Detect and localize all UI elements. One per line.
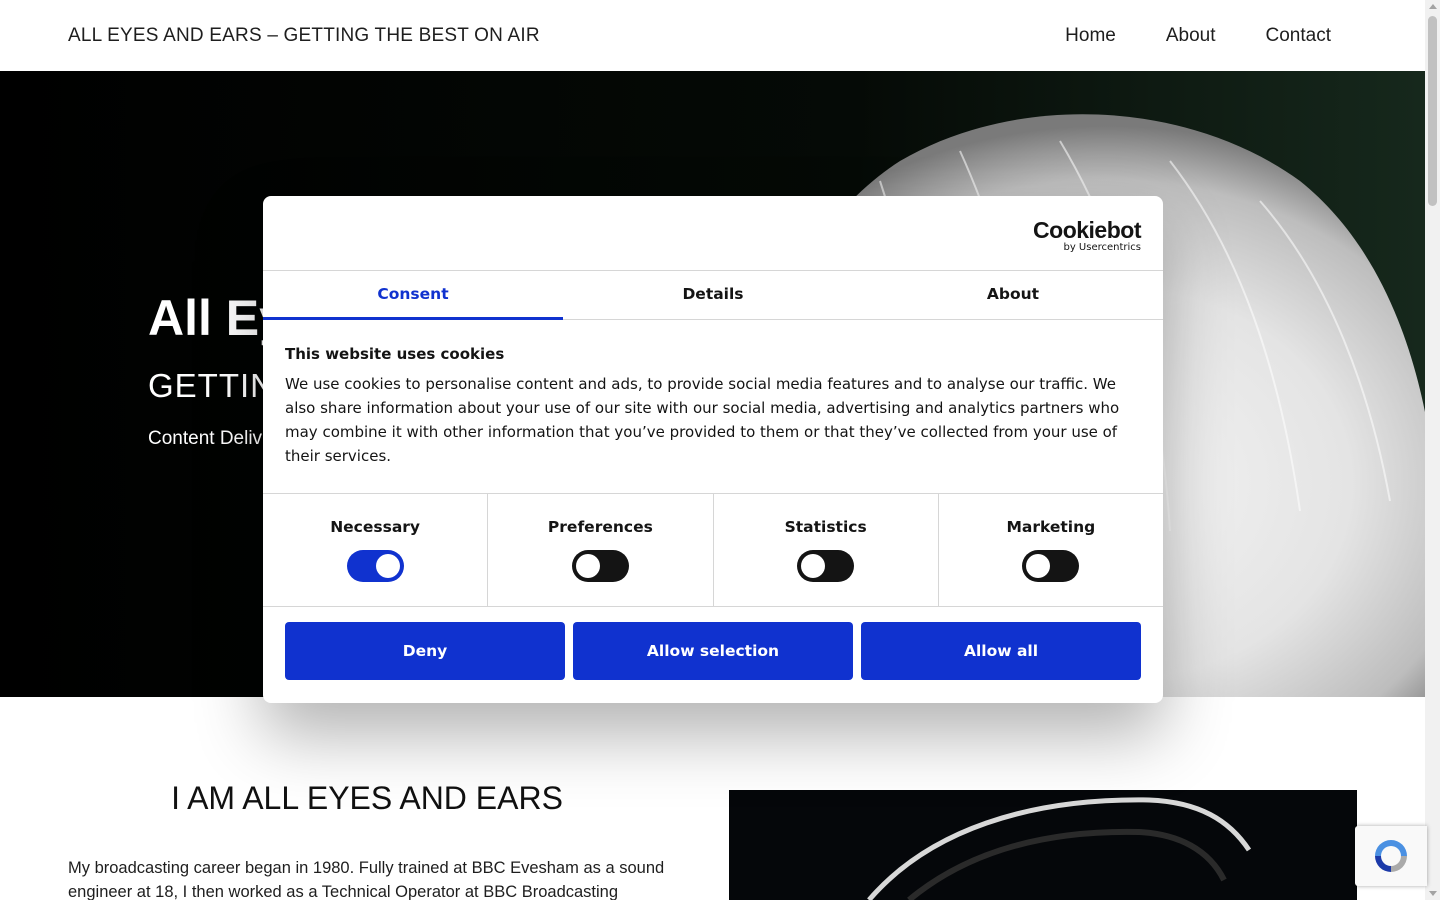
toggle-marketing: Marketing — [939, 494, 1163, 606]
toggle-necessary-label: Necessary — [330, 518, 421, 536]
dialog-tabs: Consent Details About — [263, 271, 1163, 320]
site-title[interactable]: ALL EYES AND EARS – GETTING THE BEST ON … — [68, 25, 540, 47]
dialog-header: Cookiebot by Usercentrics — [263, 196, 1163, 271]
nav-contact-link[interactable]: Contact — [1266, 25, 1331, 47]
allow-all-button[interactable]: Allow all — [861, 622, 1141, 680]
dialog-description: We use cookies to personalise content an… — [285, 375, 1120, 465]
marketing-switch[interactable] — [1022, 550, 1080, 582]
cookiebot-logo-word: Cookiebot — [1033, 217, 1141, 243]
nav-about-link[interactable]: About — [1166, 25, 1216, 47]
switch-knob — [375, 554, 400, 578]
switch-knob — [801, 554, 826, 578]
tab-about[interactable]: About — [863, 271, 1163, 319]
scroll-down-icon[interactable] — [1429, 891, 1437, 896]
necessary-switch[interactable] — [346, 550, 404, 582]
dialog-title: This website uses cookies — [285, 345, 505, 363]
toggle-necessary: Necessary — [263, 494, 489, 606]
site-header: ALL EYES AND EARS – GETTING THE BEST ON … — [0, 0, 1425, 71]
nav-home-link[interactable]: Home — [1065, 25, 1116, 47]
tab-details[interactable]: Details — [563, 271, 863, 319]
main-nav: Home About Contact — [1065, 25, 1331, 47]
tab-consent[interactable]: Consent — [263, 271, 563, 320]
page-scrollbar[interactable] — [1425, 0, 1440, 900]
cookiebot-logo-byline: by Usercentrics — [1063, 242, 1141, 253]
scroll-up-icon[interactable] — [1429, 4, 1437, 9]
toggle-marketing-label: Marketing — [1006, 518, 1096, 536]
toggle-statistics-label: Statistics — [784, 518, 867, 536]
about-heading: I AM ALL EYES AND EARS — [171, 780, 563, 816]
toggle-statistics: Statistics — [714, 494, 939, 606]
preferences-switch[interactable] — [571, 550, 629, 582]
dialog-body: This website uses cookies We use cookies… — [263, 320, 1163, 494]
toggle-preferences-label: Preferences — [547, 518, 653, 536]
scroll-thumb[interactable] — [1428, 16, 1437, 206]
statistics-switch[interactable] — [797, 550, 855, 582]
recaptcha-icon — [1375, 840, 1407, 872]
cookie-consent-dialog: Cookiebot by Usercentrics Consent Detail… — [263, 196, 1163, 703]
cookiebot-logo: Cookiebot by Usercentrics — [1033, 218, 1141, 254]
toggle-preferences: Preferences — [488, 494, 714, 606]
about-photo — [729, 790, 1357, 900]
recaptcha-badge[interactable] — [1355, 826, 1427, 886]
hero-tagline: Content Deliv — [148, 428, 263, 449]
allow-selection-button[interactable]: Allow selection — [573, 622, 853, 680]
consent-toggles: Necessary Preferences Statistics Marketi… — [263, 494, 1163, 607]
switch-knob — [575, 554, 600, 578]
camera-lens-image — [729, 790, 1357, 900]
switch-knob — [1026, 554, 1051, 578]
dialog-buttons: Deny Allow selection Allow all — [263, 607, 1163, 680]
deny-button[interactable]: Deny — [285, 622, 565, 680]
about-paragraph: My broadcasting career began in 1980. Fu… — [68, 859, 665, 900]
